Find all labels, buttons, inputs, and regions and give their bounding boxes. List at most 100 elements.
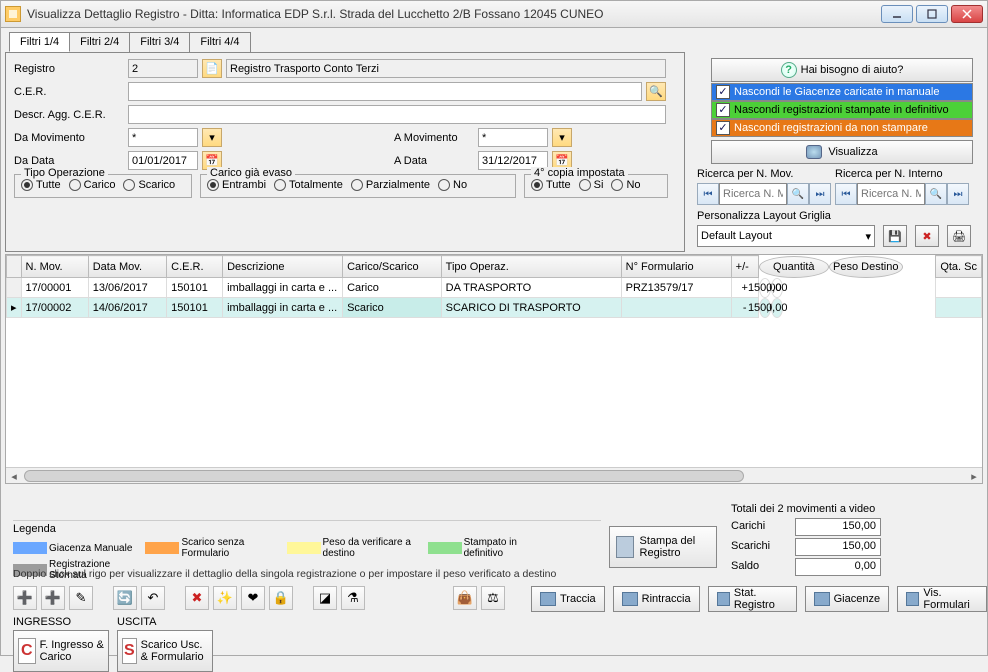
da-movimento-label: Da Movimento (14, 132, 124, 144)
registro-label: Registro (14, 63, 124, 75)
stat-registro-button[interactable]: Stat. Registro (708, 586, 797, 612)
add-red-icon[interactable]: ➕ (13, 586, 37, 610)
checkbox-hide-printed[interactable]: Nascondi registrazioni stampate in defin… (711, 101, 973, 119)
radio-copia-tutte[interactable]: Tutte (531, 179, 571, 191)
layout-select[interactable]: Default Layout▾ (697, 225, 875, 247)
radio-copia-si[interactable]: Si (579, 179, 604, 191)
col-cs[interactable]: Carico/Scarico (343, 256, 442, 278)
wand-icon[interactable]: ✨ (213, 586, 237, 610)
checkbox-hide-manual[interactable]: Nascondi le Giacenze caricate in manuale (711, 83, 973, 101)
radio-entrambi[interactable]: Entrambi (207, 179, 266, 191)
help-button[interactable]: ? Hai bisogno di aiuto? (711, 58, 973, 82)
ingresso-carico-button[interactable]: C F. Ingresso & Carico (13, 630, 109, 672)
descr-input[interactable] (128, 105, 666, 124)
add-green-icon[interactable]: ➕ (41, 586, 65, 610)
refresh-icon[interactable]: 🔄 (113, 586, 137, 610)
table-row[interactable]: ▸ 17/0000214/06/2017150101 imballaggi in… (7, 298, 982, 318)
lock-icon[interactable]: 🔒 (269, 586, 293, 610)
swatch-icon (287, 542, 321, 554)
hint-text: Doppio click sul rigo per visualizzare i… (13, 568, 556, 580)
col-nmov[interactable]: N. Mov. (21, 256, 88, 278)
toolbar: ➕ ➕ ✎ 🔄 ↶ ✖ ✨ ❤ 🔒 ◪ ⚗ 👜 ⚖ (13, 586, 505, 610)
edit-icon[interactable]: ✎ (69, 586, 93, 610)
radio-copia-no[interactable]: No (611, 179, 640, 191)
minimize-button[interactable] (881, 5, 913, 23)
tab-filtri-4[interactable]: Filtri 4/4 (189, 32, 250, 52)
group-tipo-operazione-legend: Tipo Operazione (21, 167, 108, 179)
da-movimento-input[interactable] (128, 128, 198, 147)
col-pm[interactable]: +/- (731, 256, 758, 278)
tab-filtri-2[interactable]: Filtri 2/4 (69, 32, 130, 52)
bag-icon[interactable]: 👜 (453, 586, 477, 610)
window-title: Visualizza Dettaglio Registro - Ditta: I… (27, 7, 881, 21)
cer-lookup-icon[interactable]: 🔍 (646, 82, 666, 101)
radio-carico[interactable]: Carico (69, 179, 116, 191)
truck-out-icon: S (122, 638, 137, 664)
titlebar: Visualizza Dettaglio Registro - Ditta: I… (0, 0, 988, 28)
doc-icon (622, 592, 638, 606)
a-movimento-lookup-icon[interactable]: ▾ (552, 128, 572, 147)
nav-first-int[interactable]: ⏮ (835, 183, 857, 205)
checkbox-hide-noprint[interactable]: Nascondi registrazioni da non stampare (711, 119, 973, 137)
col-peso[interactable]: Peso Destino (829, 256, 903, 278)
maximize-button[interactable] (916, 5, 948, 23)
close-button[interactable] (951, 5, 983, 23)
stampa-registro-button[interactable]: Stampa del Registro (609, 526, 717, 568)
search-mov-go[interactable]: 🔍 (787, 183, 809, 205)
radio-tutte[interactable]: Tutte (21, 179, 61, 191)
radio-scarico[interactable]: Scarico (123, 179, 175, 191)
save-layout-button[interactable]: 💾 (883, 225, 907, 247)
undo-icon[interactable]: ↶ (141, 586, 165, 610)
delete-layout-button[interactable]: ✖ (915, 225, 939, 247)
scroll-thumb[interactable] (24, 470, 744, 482)
delete-icon[interactable]: ✖ (185, 586, 209, 610)
registro-value: 2 (128, 59, 198, 78)
da-movimento-lookup-icon[interactable]: ▾ (202, 128, 222, 147)
nav-first-mov[interactable]: ⏮ (697, 183, 719, 205)
col-qtasc[interactable]: Qta. Sc (936, 256, 982, 278)
print-layout-button[interactable]: 🖨 (947, 225, 971, 247)
grid-hscrollbar[interactable]: ◂ ▸ (6, 467, 982, 483)
doc-icon (814, 592, 830, 606)
radio-totalmente[interactable]: Totalmente (274, 179, 343, 191)
tab-filtri-1[interactable]: Filtri 1/4 (9, 32, 70, 52)
col-qta[interactable]: Quantità (759, 256, 829, 278)
swatch-icon (13, 542, 47, 554)
data-grid[interactable]: N. Mov. Data Mov. C.E.R. Descrizione Car… (5, 254, 983, 484)
traccia-button[interactable]: Traccia (531, 586, 605, 612)
heart-icon[interactable]: ❤ (241, 586, 265, 610)
da-data-label: Da Data (14, 155, 124, 167)
giacenze-button[interactable]: Giacenze (805, 586, 889, 612)
search-mov-label: Ricerca per N. Mov. (697, 168, 793, 180)
erase-icon[interactable]: ◪ (313, 586, 337, 610)
nav-last-int[interactable]: ⏭ (947, 183, 969, 205)
search-int-input[interactable] (857, 183, 925, 205)
nav-last-mov[interactable]: ⏭ (809, 183, 831, 205)
col-cer[interactable]: C.E.R. (167, 256, 223, 278)
rintraccia-button[interactable]: Rintraccia (613, 586, 700, 612)
tab-filtri-3[interactable]: Filtri 3/4 (129, 32, 190, 52)
scale-icon[interactable]: ⚖ (481, 586, 505, 610)
col-form[interactable]: N° Formulario (621, 256, 731, 278)
radio-parzialmente[interactable]: Parzialmente (351, 179, 430, 191)
col-data[interactable]: Data Mov. (88, 256, 166, 278)
search-int-go[interactable]: 🔍 (925, 183, 947, 205)
a-movimento-input[interactable] (478, 128, 548, 147)
col-tipo[interactable]: Tipo Operaz. (441, 256, 621, 278)
total-scarichi: Scarichi150,00 (731, 538, 881, 556)
table-row[interactable]: 17/0000113/06/2017150101 imballaggi in c… (7, 278, 982, 298)
col-descr[interactable]: Descrizione (223, 256, 343, 278)
radio-evaso-no[interactable]: No (438, 179, 467, 191)
search-mov-input[interactable] (719, 183, 787, 205)
scroll-left-icon[interactable]: ◂ (6, 468, 22, 484)
da-data-input[interactable] (128, 151, 198, 170)
scroll-right-icon[interactable]: ▸ (966, 468, 982, 484)
flask-icon[interactable]: ⚗ (341, 586, 365, 610)
visualizza-button[interactable]: Visualizza (711, 140, 973, 164)
registro-lookup-icon[interactable]: 📄 (202, 59, 222, 78)
vis-formulari-button[interactable]: Vis. Formulari (897, 586, 987, 612)
printer-icon (616, 536, 634, 558)
scarico-formulario-button[interactable]: S Scarico Usc. & Formulario (117, 630, 213, 672)
cer-input[interactable] (128, 82, 642, 101)
truck-in-icon: C (18, 638, 36, 664)
